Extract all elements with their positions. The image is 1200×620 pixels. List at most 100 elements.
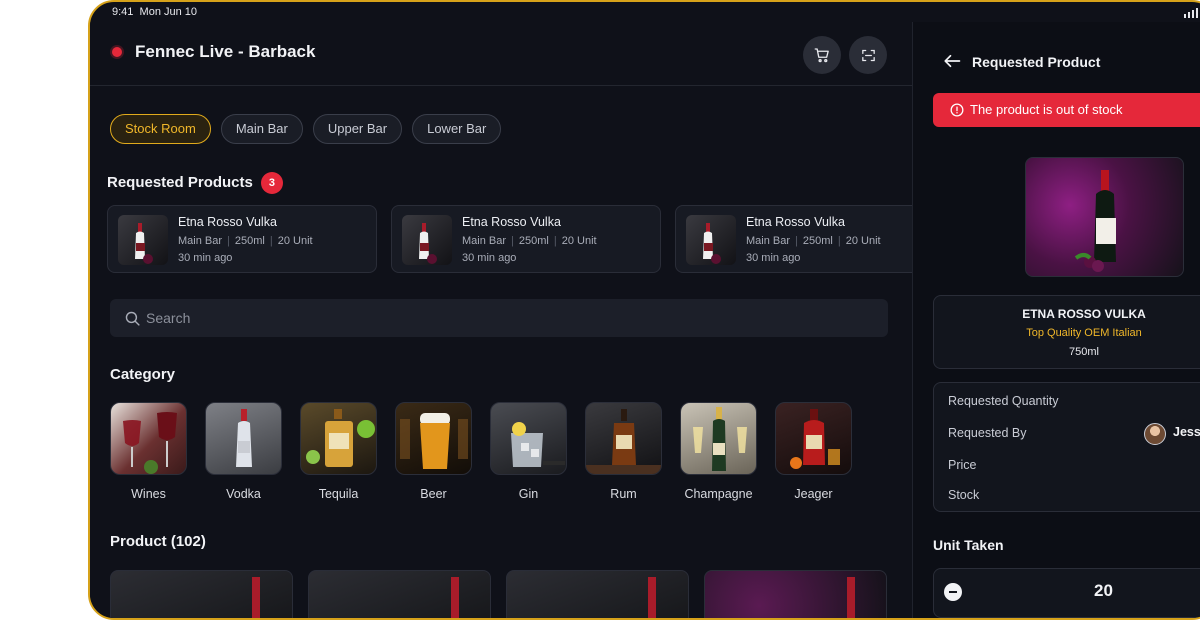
category-label: Vodka: [226, 487, 261, 501]
main-panel: Fennec Live - Barback Stock Room Main Ba…: [90, 22, 912, 618]
category-image: [490, 402, 567, 475]
info-icon: [950, 103, 964, 117]
product-grid: [110, 570, 887, 618]
requested-name: Etna Rosso Vulka: [746, 215, 845, 229]
unit-taken-value[interactable]: 20: [1094, 581, 1113, 601]
product-name: ETNA ROSSO VULKA: [1022, 307, 1146, 321]
category-label: Wines: [131, 487, 166, 501]
category-heading: Category: [110, 366, 176, 383]
category-label: Gin: [518, 487, 539, 501]
requested-by-name: Jesse: [1173, 425, 1200, 439]
category-rum[interactable]: Rum: [585, 402, 662, 501]
category-vodka[interactable]: Vodka: [205, 402, 282, 501]
category-image: [680, 402, 757, 475]
requested-time: 30 min ago: [462, 252, 517, 264]
cart-button[interactable]: [803, 36, 841, 74]
meta-units: 20 Unit: [277, 235, 313, 247]
decrement-button[interactable]: [944, 583, 962, 601]
scan-button[interactable]: [849, 36, 887, 74]
request-details: Requested Quantity Requested By Jesse Pr…: [933, 382, 1200, 512]
meta-location: Main Bar: [746, 235, 791, 247]
requested-card[interactable]: Etna Rosso Vulka Main Bar | 250ml | 20 Unit …: [107, 205, 377, 273]
requested-card[interactable]: Etna Rosso Vulka Main Bar | 250ml | 20 Unit …: [675, 205, 912, 273]
category-image: [110, 402, 187, 475]
meta-volume: 250ml: [802, 235, 833, 247]
status-time: 9:41 Mon Jun 10: [112, 6, 197, 18]
category-wines[interactable]: Wines: [110, 402, 187, 501]
category-label: Tequila: [318, 487, 359, 501]
signal-icon: [1184, 8, 1198, 18]
status-bar: 9:41 Mon Jun 10: [90, 2, 1200, 22]
category-champagne[interactable]: Champagne: [680, 402, 757, 501]
category-image: [775, 402, 852, 475]
requested-name: Etna Rosso Vulka: [178, 215, 277, 229]
category-jeager[interactable]: Jeager: [775, 402, 852, 501]
product-card[interactable]: [308, 570, 491, 618]
requested-product-panel: Requested Product The product is out of …: [912, 22, 1200, 618]
category-label: Jeager: [794, 487, 833, 501]
products-heading: Product (102): [110, 533, 206, 550]
requested-card[interactable]: Etna Rosso Vulka Main Bar | 250ml | 20 Unit …: [391, 205, 661, 273]
product-card[interactable]: [110, 570, 293, 618]
requested-by-label: Requested By: [948, 426, 1027, 440]
product-card[interactable]: [506, 570, 689, 618]
search-icon: [125, 311, 140, 326]
alert-text: The product is out of stock: [970, 102, 1123, 117]
requested-products-heading: Requested Products 3: [107, 172, 283, 194]
location-tabs: Stock Room Main Bar Upper Bar Lower Bar: [110, 114, 502, 144]
price-label: Price: [948, 458, 977, 472]
app-header: Fennec Live - Barback: [90, 22, 912, 86]
category-beer[interactable]: Beer: [395, 402, 472, 501]
category-label: Champagne: [684, 487, 753, 501]
requested-title: Requested Products: [107, 173, 253, 191]
product-card[interactable]: [704, 570, 887, 618]
meta-units: 20 Unit: [845, 235, 881, 247]
search-input[interactable]: [146, 299, 846, 337]
category-tequila[interactable]: Tequila: [300, 402, 377, 501]
date-text: Mon Jun 10: [139, 6, 198, 18]
out-of-stock-alert: The product is out of stock: [933, 93, 1200, 127]
tablet-frame: 9:41 Mon Jun 10 Fennec Live - Barback St…: [88, 0, 1200, 620]
search-bar: [110, 299, 888, 337]
category-image: [585, 402, 662, 475]
requested-time: 30 min ago: [746, 252, 801, 264]
requested-meta: Main Bar | 250ml | 20 Unit: [178, 235, 313, 247]
time-text: 9:41: [112, 6, 134, 18]
app-title: Fennec Live - Barback: [135, 42, 316, 61]
product-thumbnail: [118, 215, 168, 265]
cart-icon: [814, 48, 829, 63]
requested-count-badge: 3: [260, 172, 283, 194]
back-arrow-icon[interactable]: [943, 53, 961, 69]
scan-icon: [861, 49, 875, 61]
category-image: [395, 402, 472, 475]
category-image: [205, 402, 282, 475]
meta-volume: 250ml: [234, 235, 265, 247]
requested-meta: Main Bar | 250ml | 20 Unit: [462, 235, 597, 247]
tab-stock-room[interactable]: Stock Room: [110, 114, 211, 144]
product-info-card: ETNA ROSSO VULKA Top Quality OEM Italian…: [933, 295, 1200, 369]
avatar: [1144, 423, 1166, 445]
meta-location: Main Bar: [462, 235, 507, 247]
product-subtitle: Top Quality OEM Italian: [1026, 327, 1142, 339]
meta-location: Main Bar: [178, 235, 223, 247]
category-label: Beer: [420, 487, 447, 501]
product-size: 750ml: [1069, 346, 1099, 358]
product-thumbnail: [402, 215, 452, 265]
requested-list: Etna Rosso Vulka Main Bar | 250ml | 20 Unit …: [107, 205, 912, 273]
product-image: [1025, 157, 1184, 277]
stock-label: Stock: [948, 488, 980, 502]
tab-main-bar[interactable]: Main Bar: [220, 114, 303, 144]
tab-upper-bar[interactable]: Upper Bar: [312, 114, 403, 144]
live-indicator-icon: [112, 47, 122, 57]
requested-quantity-label: Requested Quantity: [948, 394, 1059, 408]
requested-meta: Main Bar | 250ml | 20 Unit: [746, 235, 881, 247]
tab-lower-bar[interactable]: Lower Bar: [412, 114, 502, 144]
unit-taken-stepper: 20: [933, 568, 1200, 618]
panel-title: Requested Product: [972, 54, 1101, 70]
category-gin[interactable]: Gin: [490, 402, 567, 501]
category-list: Wines Vodka Tequila Beer Gin Rum Champag…: [110, 402, 852, 501]
requested-time: 30 min ago: [178, 252, 233, 264]
meta-units: 20 Unit: [561, 235, 597, 247]
product-thumbnail: [686, 215, 736, 265]
category-label: Rum: [610, 487, 637, 501]
